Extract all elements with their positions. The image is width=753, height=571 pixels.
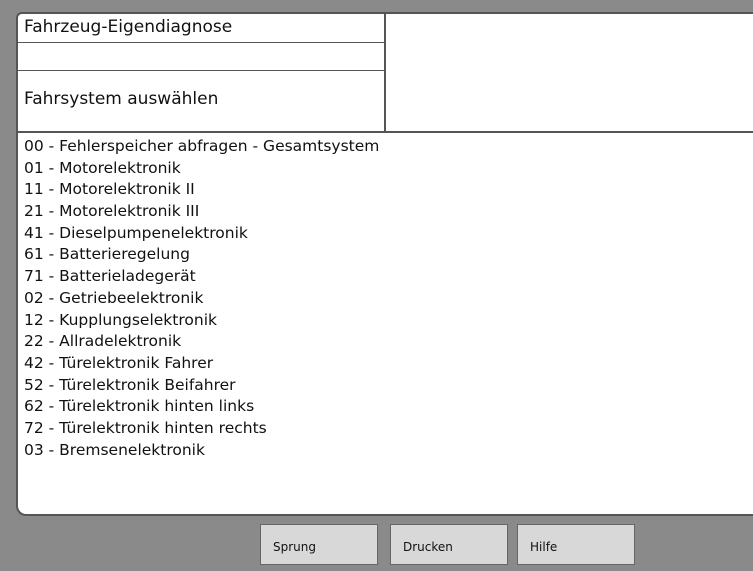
list-item[interactable]: 00 - Fehlerspeicher abfragen - Gesamtsys… xyxy=(24,136,379,158)
list-item[interactable]: 72 - Türelektronik hinten rechts xyxy=(24,418,379,440)
list-item[interactable]: 03 - Bremsenelektronik xyxy=(24,440,379,462)
diagnosis-panel: Fahrzeug-Eigendiagnose Fahrsystem auswäh… xyxy=(16,12,753,516)
sprung-button[interactable]: Sprung xyxy=(260,524,378,565)
section-subtitle: Fahrsystem auswählen xyxy=(24,89,219,109)
panel-header: Fahrzeug-Eigendiagnose Fahrsystem auswäh… xyxy=(18,14,753,133)
button-bar: Sprung Drucken Hilfe xyxy=(16,516,753,571)
list-item[interactable]: 52 - Türelektronik Beifahrer xyxy=(24,375,379,397)
system-list: 00 - Fehlerspeicher abfragen - Gesamtsys… xyxy=(24,136,379,461)
list-item[interactable]: 42 - Türelektronik Fahrer xyxy=(24,353,379,375)
list-item[interactable]: 61 - Batterieregelung xyxy=(24,244,379,266)
list-item[interactable]: 71 - Batterieladegerät xyxy=(24,266,379,288)
divider xyxy=(18,70,386,71)
divider xyxy=(18,42,386,43)
list-item[interactable]: 01 - Motorelektronik xyxy=(24,158,379,180)
list-item[interactable]: 22 - Allradelektronik xyxy=(24,331,379,353)
list-item[interactable]: 62 - Türelektronik hinten links xyxy=(24,396,379,418)
list-item[interactable]: 11 - Motorelektronik II xyxy=(24,179,379,201)
page-title: Fahrzeug-Eigendiagnose xyxy=(24,17,233,37)
list-item[interactable]: 21 - Motorelektronik III xyxy=(24,201,379,223)
drucken-button[interactable]: Drucken xyxy=(390,524,508,565)
list-item[interactable]: 02 - Getriebeelektronik xyxy=(24,288,379,310)
list-item[interactable]: 12 - Kupplungselektronik xyxy=(24,310,379,332)
divider xyxy=(18,131,753,133)
list-item[interactable]: 41 - Dieselpumpenelektronik xyxy=(24,223,379,245)
hilfe-button[interactable]: Hilfe xyxy=(517,524,635,565)
header-left-box: Fahrzeug-Eigendiagnose Fahrsystem auswäh… xyxy=(18,14,386,132)
